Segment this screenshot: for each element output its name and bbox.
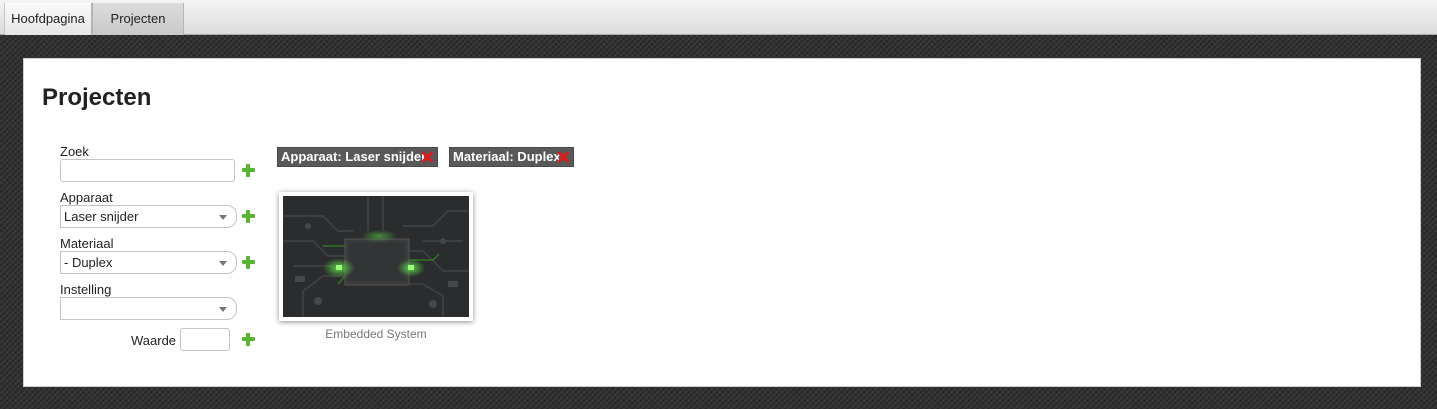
apparaat-label: Apparaat	[60, 190, 113, 205]
active-filter-label: Materiaal: Duplex	[453, 149, 561, 164]
add-apparaat-icon[interactable]	[242, 210, 255, 223]
materiaal-select-value: - Duplex	[64, 255, 113, 270]
waarde-label: Waarde	[131, 333, 177, 348]
materiaal-select[interactable]: - Duplex	[60, 251, 237, 274]
chevron-down-icon	[219, 261, 227, 266]
instelling-label: Instelling	[60, 282, 112, 297]
tab-projecten[interactable]: Projecten	[92, 3, 184, 35]
zoek-input[interactable]	[60, 159, 235, 182]
remove-filter-icon[interactable]	[422, 151, 434, 163]
content-panel: Projecten Zoek Apparaat Laser snijder Ma…	[23, 58, 1421, 387]
materiaal-label: Materiaal	[60, 236, 114, 251]
top-nav: Hoofdpagina Projecten	[0, 0, 1437, 35]
chevron-down-icon	[219, 307, 227, 312]
add-waarde-icon[interactable]	[242, 333, 255, 346]
project-card[interactable]	[279, 192, 473, 321]
add-zoek-icon[interactable]	[242, 164, 255, 177]
waarde-input[interactable]	[180, 328, 230, 351]
chevron-down-icon	[219, 215, 227, 220]
active-filter-label: Apparaat: Laser snijder	[281, 149, 427, 164]
add-materiaal-icon[interactable]	[242, 256, 255, 269]
apparaat-select-value: Laser snijder	[64, 209, 139, 224]
active-filter-materiaal: Materiaal: Duplex	[449, 147, 574, 167]
page-title: Projecten	[42, 84, 152, 111]
active-filter-apparaat: Apparaat: Laser snijder	[277, 147, 438, 167]
project-title[interactable]: Embedded System	[279, 327, 473, 341]
zoek-label: Zoek	[60, 144, 89, 159]
apparaat-select[interactable]: Laser snijder	[60, 205, 237, 228]
tab-hoofdpagina[interactable]: Hoofdpagina	[4, 3, 92, 35]
project-thumbnail	[283, 196, 469, 317]
instelling-select[interactable]	[60, 297, 237, 320]
remove-filter-icon[interactable]	[558, 151, 570, 163]
